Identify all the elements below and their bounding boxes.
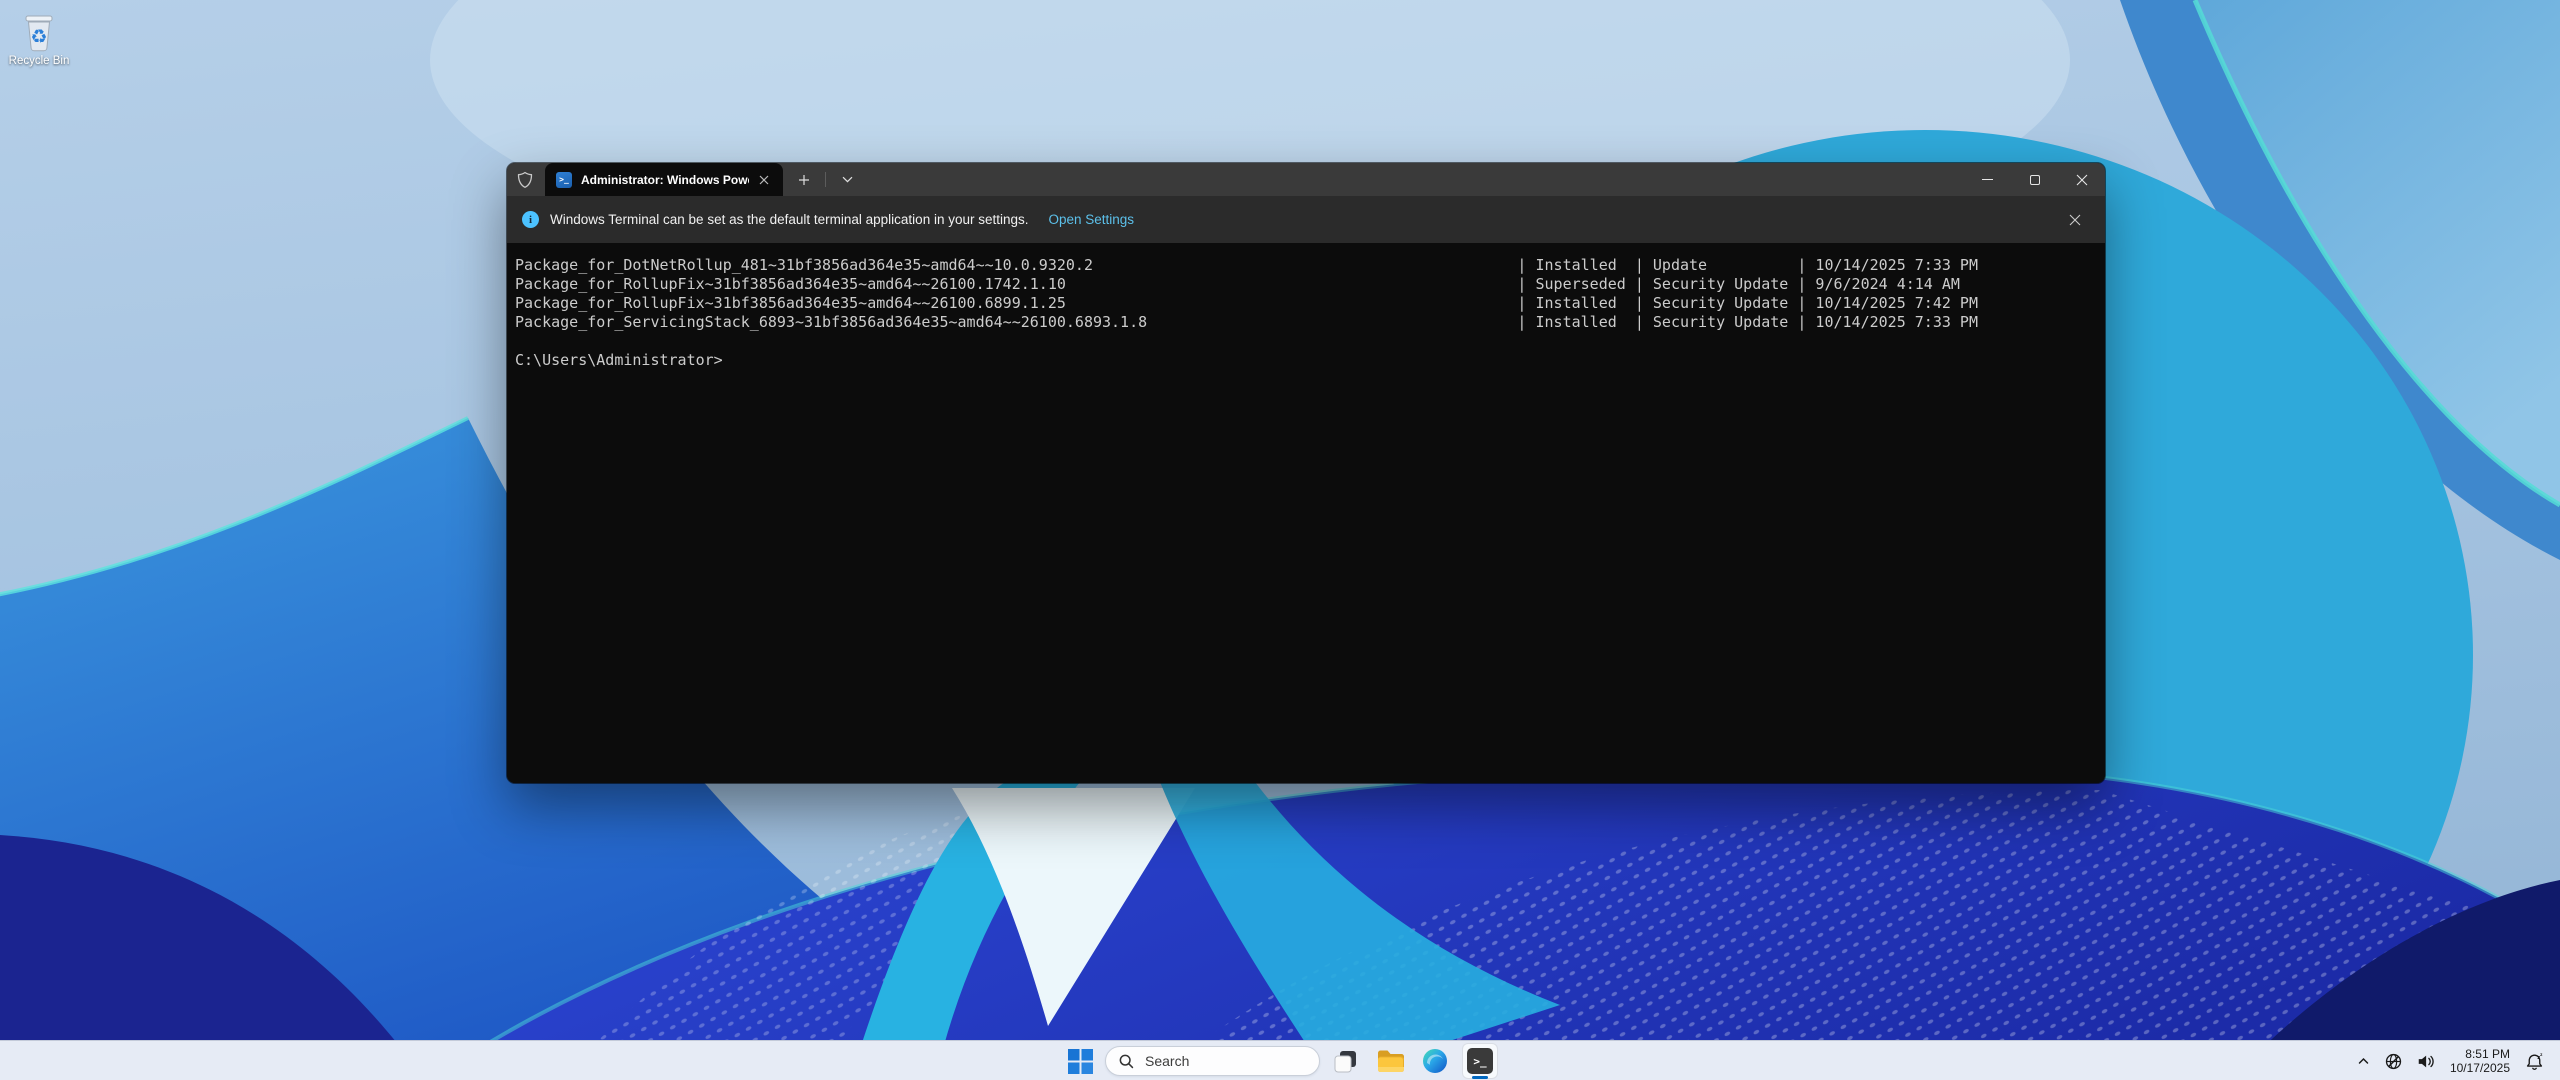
svg-text:z: z [2540,1052,2543,1057]
plus-icon [798,174,810,186]
windows-terminal-window: >_ Administrator: Windows PowerShell [507,163,2105,783]
default-terminal-banner: i Windows Terminal can be set as the def… [507,196,2105,243]
admin-shield-icon [517,171,533,189]
close-icon [2076,174,2088,186]
tray-time: 8:51 PM [2465,1047,2510,1061]
terminal-content[interactable]: Package_for_DotNetRollup_481~31bf3856ad3… [507,243,2105,783]
tab-title: Administrator: Windows PowerShell [581,173,749,187]
terminal-output: Package_for_DotNetRollup_481~31bf3856ad3… [515,256,2097,370]
speaker-icon [2416,1052,2435,1071]
minimize-button[interactable] [1964,163,2011,196]
window-controls [1964,163,2105,196]
banner-message: Windows Terminal can be set as the defau… [550,212,1029,227]
terminal-titlebar[interactable]: >_ Administrator: Windows PowerShell [507,163,2105,196]
notification-center-button[interactable]: z z [2519,1044,2550,1078]
search-input[interactable] [1145,1053,1295,1069]
recycle-bin-desktop-icon[interactable]: ♻ Recycle Bin [6,10,72,68]
tab-dropdown-button[interactable] [834,168,860,192]
new-tab-button[interactable] [791,168,817,192]
globe-no-internet-icon [2384,1052,2403,1071]
recycle-bin-label: Recycle Bin [6,55,72,68]
terminal-taskbar-button[interactable]: >_ [1460,1041,1500,1080]
bell-dnd-icon: z z [2524,1051,2545,1072]
terminal-tab[interactable]: >_ Administrator: Windows PowerShell [545,163,783,196]
recycle-bin-icon: ♻ [19,10,59,54]
task-view-button[interactable] [1325,1041,1365,1080]
svg-text:♻: ♻ [30,26,47,48]
windows-logo-icon [1068,1049,1093,1074]
info-icon: i [522,211,539,228]
chevron-up-icon [2356,1054,2371,1068]
titlebar-divider [825,172,826,187]
edge-icon [1422,1048,1448,1074]
banner-close-button[interactable] [2062,207,2088,233]
terminal-icon: >_ [1467,1048,1493,1074]
task-view-icon [1333,1049,1358,1074]
taskbar-search[interactable] [1105,1046,1320,1076]
clock[interactable]: 8:51 PM 10/17/2025 [2443,1047,2516,1075]
desktop: ♻ Recycle Bin >_ Administrator: Windows … [0,0,2560,1080]
volume-button[interactable] [2411,1044,2440,1078]
open-settings-link[interactable]: Open Settings [1049,212,1135,227]
taskbar-center-group: >_ [1060,1041,1500,1080]
tab-close-button[interactable] [753,169,775,191]
maximize-button[interactable] [2011,163,2058,196]
maximize-icon [2030,175,2040,185]
tray-overflow-button[interactable] [2351,1044,2376,1078]
tray-date: 10/17/2025 [2450,1061,2510,1075]
file-explorer-icon [1377,1050,1404,1073]
taskbar: >_ [0,1040,2560,1080]
search-icon [1118,1053,1135,1070]
powershell-icon: >_ [556,172,572,188]
chevron-down-icon [842,176,853,183]
minimize-icon [1982,179,1993,180]
close-icon [2069,214,2081,226]
start-button[interactable] [1060,1041,1100,1080]
active-app-indicator [1472,1076,1488,1079]
file-explorer-button[interactable] [1370,1041,1410,1080]
network-button[interactable] [2379,1044,2408,1078]
close-icon [759,175,769,185]
close-window-button[interactable] [2058,163,2105,196]
system-tray: 8:51 PM 10/17/2025 z z [2351,1041,2550,1080]
edge-button[interactable] [1415,1041,1455,1080]
